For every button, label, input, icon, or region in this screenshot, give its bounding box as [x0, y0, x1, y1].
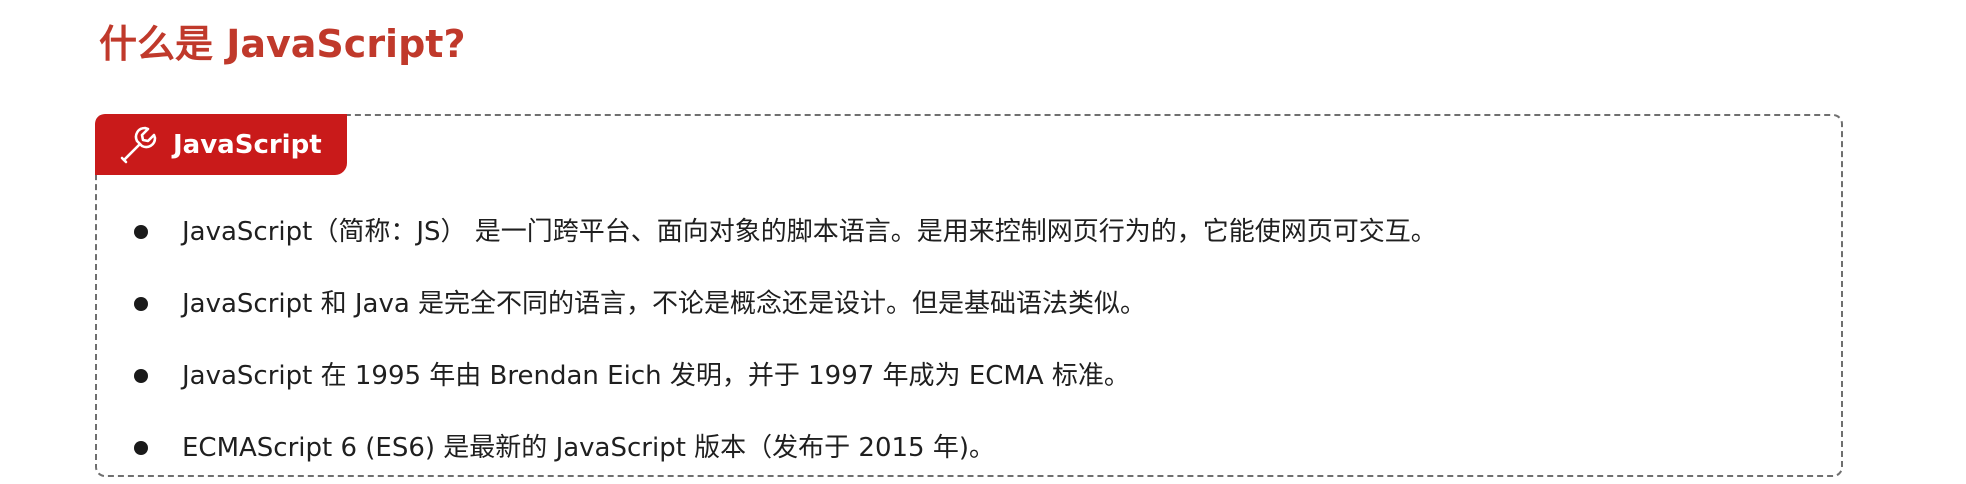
list-item: JavaScript 在 1995 年由 Brendan Eich 发明，并于 …	[130, 340, 1437, 412]
section-tag: JavaScript	[95, 114, 347, 175]
bullet-text: JavaScript 在 1995 年由 Brendan Eich 发明，并于 …	[182, 361, 1130, 391]
page-title: 什么是 JavaScript?	[99, 22, 466, 66]
bullet-list: JavaScript（简称：JS） 是一门跨平台、面向对象的脚本语言。是用来控制…	[130, 196, 1437, 484]
list-item: JavaScript 和 Java 是完全不同的语言，不论是概念还是设计。但是基…	[130, 268, 1437, 340]
list-item: ECMAScript 6 (ES6) 是最新的 JavaScript 版本（发布…	[130, 412, 1437, 484]
wrench-icon	[117, 123, 161, 167]
tag-label: JavaScript	[173, 129, 322, 160]
list-item: JavaScript（简称：JS） 是一门跨平台、面向对象的脚本语言。是用来控制…	[130, 196, 1437, 268]
bullet-text: ECMAScript 6 (ES6) 是最新的 JavaScript 版本（发布…	[182, 433, 996, 463]
bullet-dot	[134, 369, 148, 383]
bullet-text: JavaScript 和 Java 是完全不同的语言，不论是概念还是设计。但是基…	[182, 289, 1147, 319]
bullet-dot	[134, 297, 148, 311]
bullet-dot	[134, 225, 148, 239]
bullet-dot	[134, 441, 148, 455]
bullet-text: JavaScript（简称：JS） 是一门跨平台、面向对象的脚本语言。是用来控制…	[182, 217, 1437, 247]
